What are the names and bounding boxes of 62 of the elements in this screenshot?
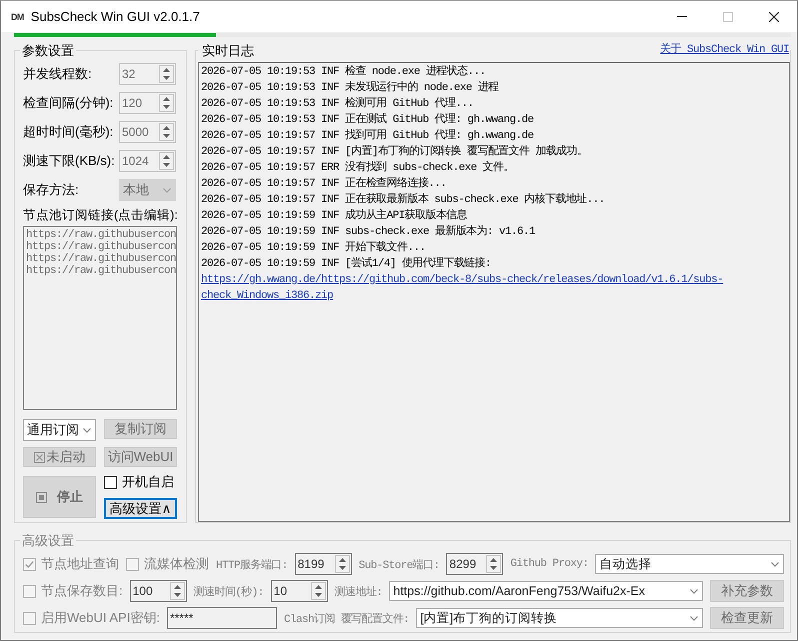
down-arrow-icon xyxy=(163,134,170,138)
up-arrow-icon xyxy=(174,585,181,589)
up-arrow-icon xyxy=(163,126,170,130)
group-title: 实时日志 xyxy=(202,43,254,58)
field-label: Github Proxy: xyxy=(510,558,588,570)
down-arrow-icon xyxy=(338,566,346,570)
group-title: 高级设置 xyxy=(21,533,75,548)
field-label: 并发线程数: xyxy=(23,65,93,83)
stop-icon xyxy=(36,492,47,502)
down-arrow-icon xyxy=(163,163,170,167)
log-line: 2026-07-05 10:19:57 INF [内置]布丁狗的订阅转换 覆写配置文件 加载成功。 xyxy=(201,144,588,160)
log-line: 2026-07-05 10:19:53 INF 检查 node.exe 进程状态... xyxy=(201,64,486,80)
down-arrow-icon xyxy=(163,105,170,109)
chevron-down-icon xyxy=(690,588,698,594)
up-arrow-icon xyxy=(490,558,498,562)
down-arrow-icon xyxy=(163,76,170,80)
chevron-down-icon xyxy=(163,188,171,192)
log-line: 2026-07-05 10:19:59 INF [尝试1/4] 使用代理下载链接: xyxy=(201,256,492,272)
log-line: 2026-07-05 10:19:53 INF 正在测试 GitHub 代理: gh.wwang.de xyxy=(201,112,534,128)
x-box-icon xyxy=(34,452,44,462)
log-line: 2026-07-05 10:19:59 INF 开始下载文件... xyxy=(201,240,426,256)
up-arrow-icon xyxy=(163,68,170,72)
app-logo: DM xyxy=(11,12,24,22)
field-label: 测速地址: xyxy=(334,585,382,598)
window-title: SubsCheck Win GUI v2.0.1.7 xyxy=(30,9,200,24)
up-arrow-icon xyxy=(314,585,322,589)
about-link[interactable]: 关于 SubsCheck Win GUI xyxy=(660,43,789,58)
up-arrow-icon xyxy=(163,155,170,159)
minimize-icon xyxy=(677,16,687,17)
field-label: Clash订阅 覆写配置文件: xyxy=(284,612,410,626)
down-arrow-icon xyxy=(314,593,322,597)
chevron-down-icon xyxy=(690,616,698,620)
log-line: 2026-07-05 10:19:53 INF 检测可用 GitHub 代理... xyxy=(201,96,474,112)
log-line: 2026-07-05 10:19:57 INF 找到可用 GitHub 代理: gh.wwang.de xyxy=(201,128,534,144)
dropdown[interactable]: 通用订阅 xyxy=(23,419,96,441)
field-label: 节点池订阅链接(点击编辑): xyxy=(23,208,176,223)
field-label: 测速时间(秒): xyxy=(194,585,264,598)
field-label: HTTP服务端口: xyxy=(216,558,288,572)
chevron-down-icon xyxy=(771,562,779,566)
close-icon xyxy=(769,12,779,22)
log-line: 2026-07-05 10:19:59 INF 成功从主API获取版本信息 xyxy=(201,208,468,224)
field-label: Sub-Store端口: xyxy=(358,558,440,572)
up-arrow-icon xyxy=(163,97,170,101)
field-label: 超时时间(毫秒): xyxy=(23,123,114,141)
log-line: 2026-07-05 10:19:53 INF 未发现运行中的 node.exe 进程 xyxy=(201,80,500,96)
field-label: 保存方法: xyxy=(23,181,80,199)
log-line: 2026-07-05 10:19:57 INF 正在检查网络连接... xyxy=(201,176,448,192)
field-label: 测速下限(KB/s): xyxy=(23,152,116,170)
checkbox[interactable] xyxy=(104,476,117,488)
down-arrow-icon xyxy=(490,566,498,570)
chevron-down-icon xyxy=(83,428,91,432)
log-line: 2026-07-05 10:19:57 ERR 没有找到 subs-check.exe 文件。 xyxy=(201,160,515,176)
maximize-icon xyxy=(723,12,733,22)
checkbox-label[interactable]: 开机自启 xyxy=(122,473,174,491)
download-link[interactable]: https://gh.wwang.de/https://github.com/beck-8/subs-check/releases/download/v1.6.1/subs-check_Windows_i386.zip xyxy=(201,272,787,304)
up-arrow-icon xyxy=(338,558,346,562)
log-line: 2026-07-05 10:19:59 INF subs-check.exe 最新版本为: v1.6.1 xyxy=(201,224,536,240)
button[interactable]: 高级设置∧ xyxy=(104,498,177,519)
group-title: 参数设置 xyxy=(21,43,75,58)
down-arrow-icon xyxy=(174,593,181,597)
log-line: 2026-07-05 10:19:57 INF 正在获取最新版本 subs-check.exe 内核下载地址... xyxy=(201,192,606,208)
field-label: 检查间隔(分钟): xyxy=(23,94,114,112)
